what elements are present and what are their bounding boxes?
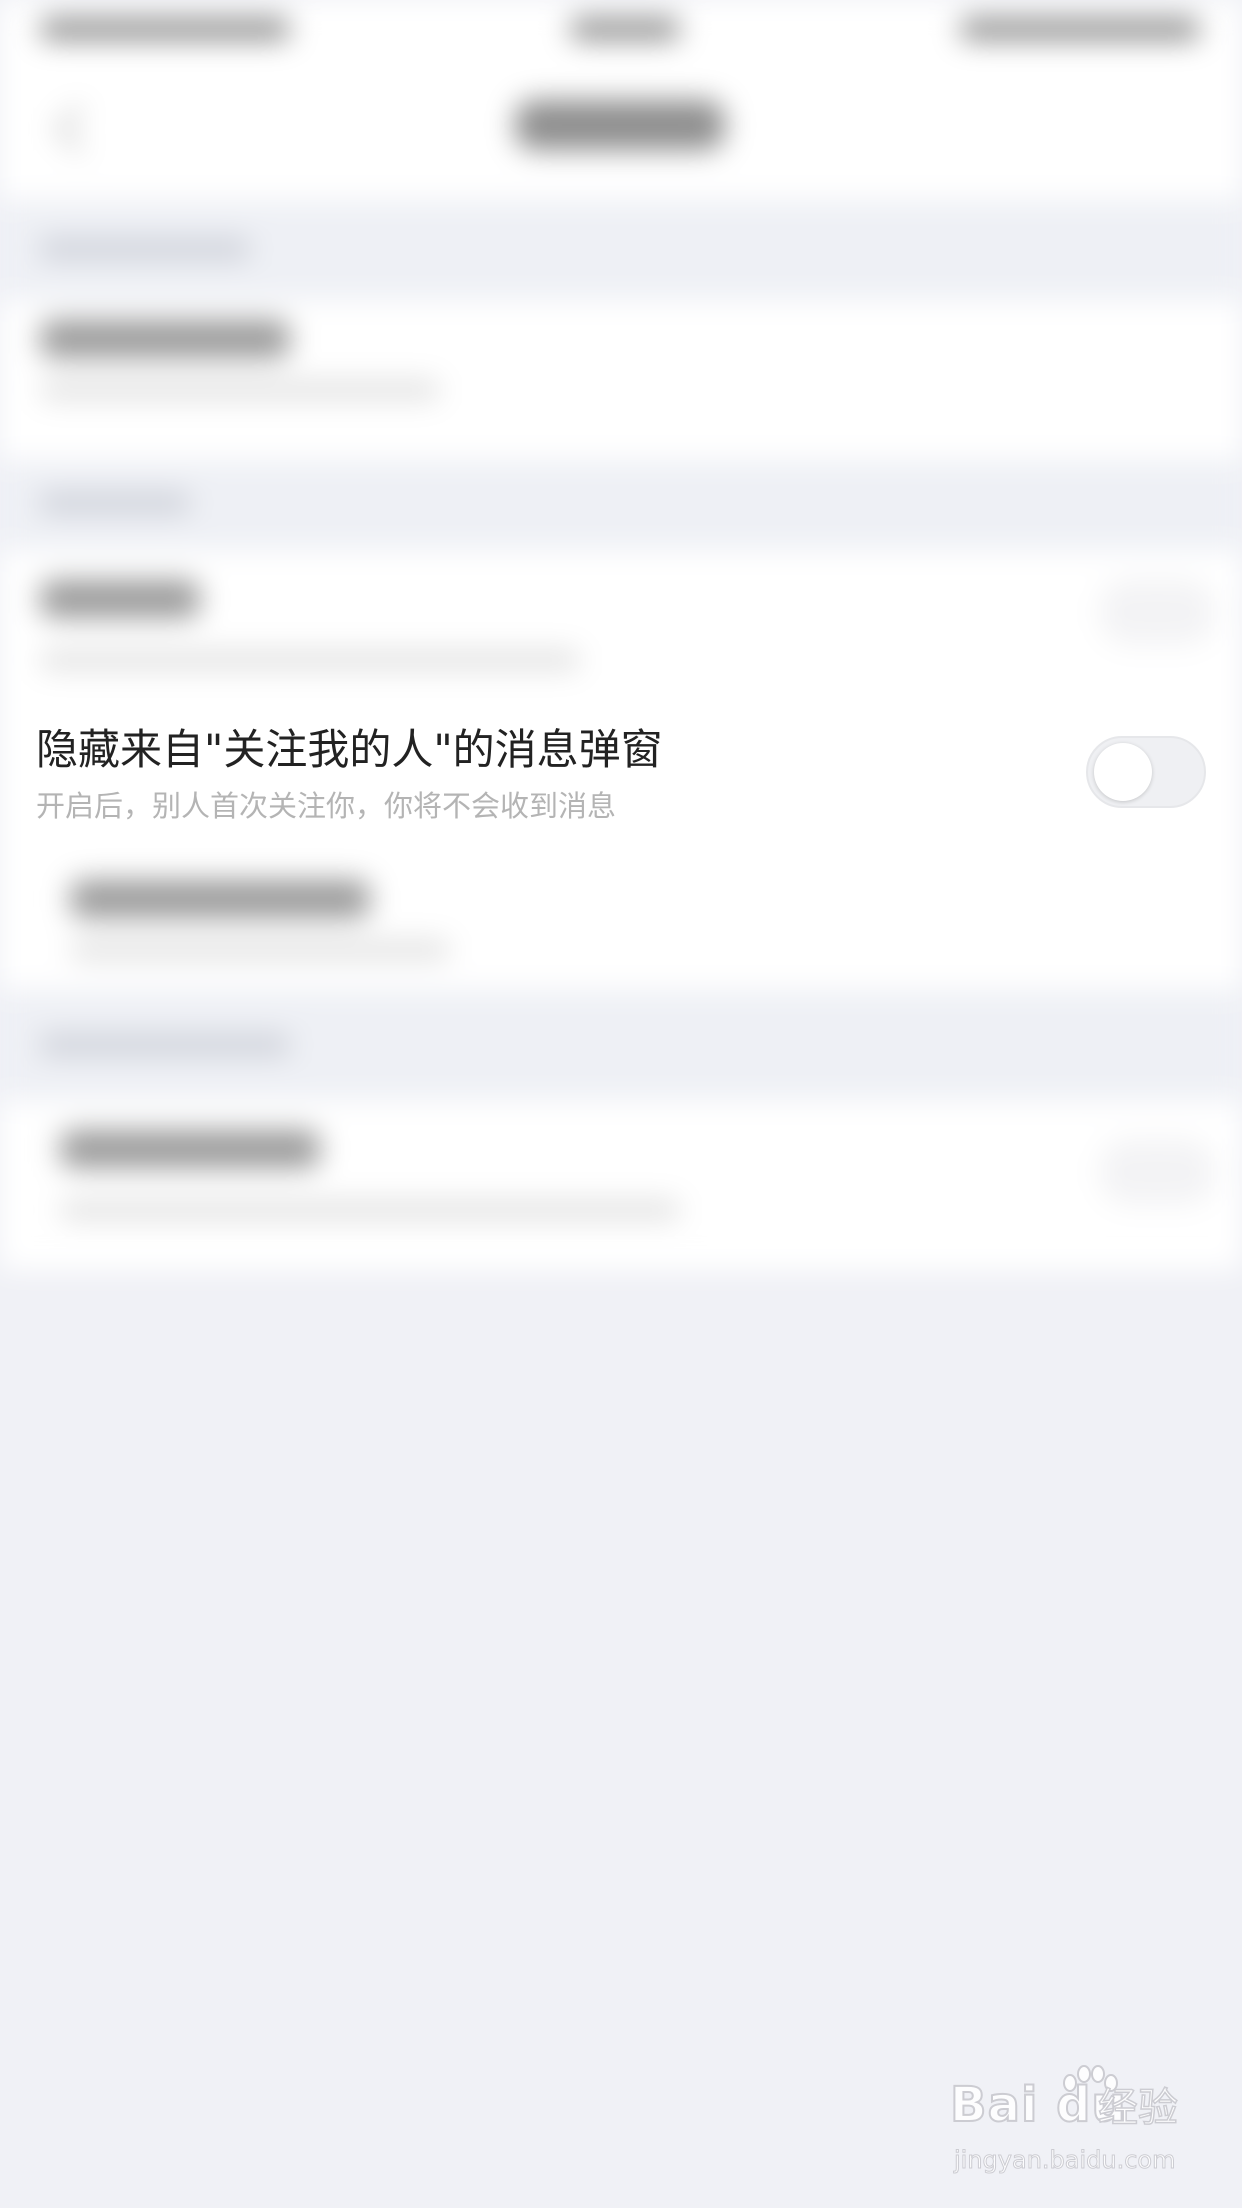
section-header	[0, 990, 1242, 1100]
settings-screen: 隐藏来自"关注我的人"的消息弹窗 开启后，别人首次关注你，你将不会收到消息 Ba…	[0, 0, 1242, 2208]
settings-row-subtitle	[70, 940, 450, 960]
baidu-jingyan-watermark: Bai du 经验 jingyan.baidu.com	[949, 2065, 1190, 2185]
blurred-background	[0, 0, 1242, 1300]
settings-row-subtitle	[60, 1200, 680, 1220]
page-title	[515, 100, 725, 150]
section-header	[0, 200, 1242, 300]
settings-row-subtitle	[40, 650, 580, 670]
setting-description: 开启后，别人首次关注你，你将不会收到消息	[36, 789, 617, 823]
settings-row-title	[40, 320, 290, 358]
section-header-label	[40, 238, 250, 260]
hide-follower-popup-setting[interactable]: 隐藏来自"关注我的人"的消息弹窗 开启后，别人首次关注你，你将不会收到消息	[0, 700, 1242, 850]
watermark-url: jingyan.baidu.com	[953, 2146, 1176, 2175]
chevron-left-icon[interactable]	[54, 104, 104, 154]
section-header-label	[40, 492, 190, 514]
section-header-label	[40, 1034, 290, 1056]
hide-popup-toggle[interactable]	[1086, 736, 1206, 808]
status-bar-right	[960, 18, 1200, 40]
settings-row-title	[40, 580, 200, 618]
settings-row-title	[60, 1130, 320, 1168]
toggle-knob[interactable]	[1094, 743, 1152, 801]
settings-row-title	[70, 880, 370, 918]
settings-row[interactable]	[0, 1100, 1242, 1270]
settings-row-subtitle	[40, 380, 440, 400]
navigation-bar	[0, 60, 1242, 200]
toggle-switch[interactable]	[1100, 580, 1214, 644]
status-bar	[0, 0, 1242, 60]
status-bar-left	[40, 18, 290, 40]
watermark-cn-text: 经验	[1097, 2084, 1179, 2132]
toggle-switch[interactable]	[1100, 1140, 1214, 1204]
status-bar-time	[570, 18, 680, 40]
setting-title: 隐藏来自"关注我的人"的消息弹窗	[36, 725, 663, 774]
settings-row[interactable]	[0, 300, 1242, 460]
section-header	[0, 460, 1242, 550]
